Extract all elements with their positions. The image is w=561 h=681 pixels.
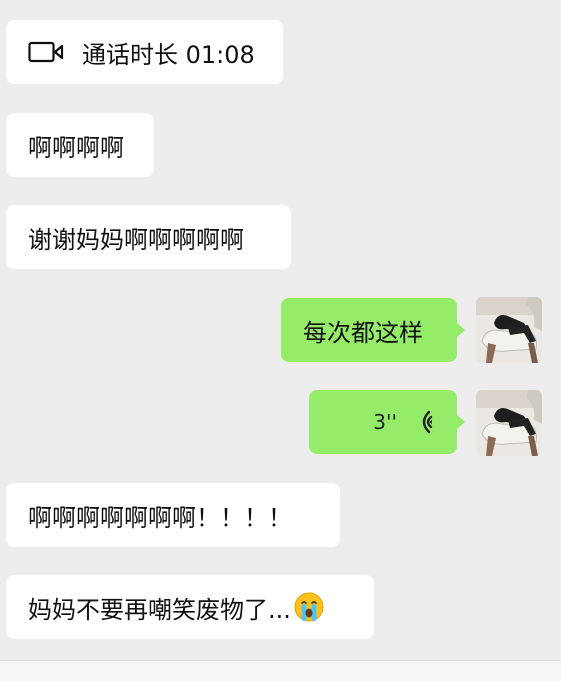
video-camera-icon bbox=[28, 41, 64, 63]
call-duration-text: 通话时长 01:08 bbox=[82, 40, 255, 69]
user-avatar[interactable] bbox=[476, 390, 542, 456]
user-avatar[interactable] bbox=[476, 297, 542, 363]
message-text: 妈妈不要再嘲笑废物了... bbox=[28, 595, 291, 624]
message-text: 谢谢妈妈啊啊啊啊啊 bbox=[28, 225, 244, 254]
input-bar bbox=[0, 660, 561, 681]
crying-face-icon bbox=[294, 592, 324, 622]
message-text: 啊啊啊啊 bbox=[28, 133, 124, 162]
outgoing-message-bubble[interactable]: 每次都这样 bbox=[281, 298, 465, 362]
voice-wave-icon bbox=[422, 410, 433, 434]
video-call-record-bubble[interactable]: 通话时长 01:08 bbox=[6, 20, 283, 84]
chat-area[interactable]: 通话时长 01:08 啊啊啊啊 谢谢妈妈啊啊啊啊啊 每次都这样 3'' 啊啊啊啊… bbox=[0, 0, 561, 681]
avatar-image bbox=[476, 390, 542, 456]
voice-duration: 3'' bbox=[373, 410, 397, 434]
incoming-message-bubble[interactable]: 妈妈不要再嘲笑废物了... bbox=[6, 575, 374, 639]
incoming-message-bubble[interactable]: 啊啊啊啊啊啊啊！！！！ bbox=[6, 483, 340, 547]
avatar-image bbox=[476, 297, 542, 363]
incoming-message-bubble[interactable]: 谢谢妈妈啊啊啊啊啊 bbox=[6, 205, 291, 269]
voice-message-bubble[interactable]: 3'' bbox=[309, 390, 465, 454]
incoming-message-bubble[interactable]: 啊啊啊啊 bbox=[6, 113, 154, 177]
message-text: 啊啊啊啊啊啊啊！！！！ bbox=[28, 503, 292, 532]
message-text: 每次都这样 bbox=[303, 318, 423, 347]
